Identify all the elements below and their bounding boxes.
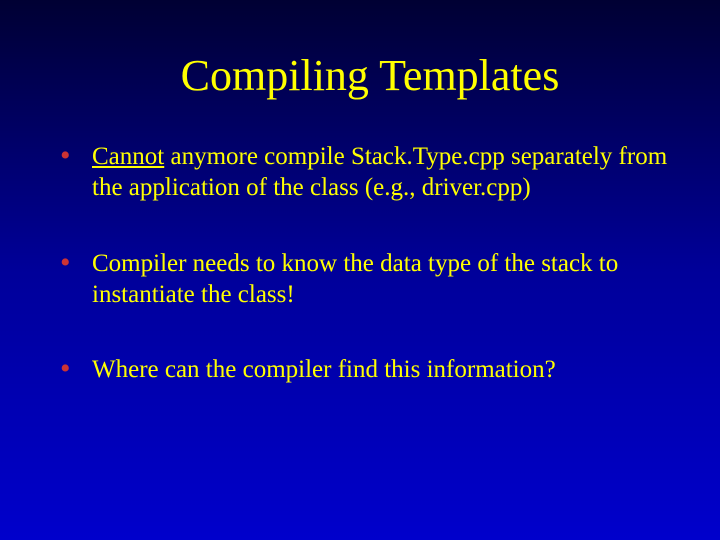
bullet-item: Where can the compiler find this informa… xyxy=(60,354,680,385)
bullet-item: Compiler needs to know the data type of … xyxy=(60,248,680,311)
bullet-text: anymore compile Stack.Type.cpp separatel… xyxy=(92,143,667,201)
slide-title: Compiling Templates xyxy=(60,50,680,101)
bullet-underlined-word: Cannot xyxy=(92,143,164,170)
bullet-list: Cannot anymore compile Stack.Type.cpp se… xyxy=(60,141,680,385)
bullet-text: Compiler needs to know the data type of … xyxy=(92,250,618,308)
bullet-text: Where can the compiler find this informa… xyxy=(92,356,556,383)
bullet-item: Cannot anymore compile Stack.Type.cpp se… xyxy=(60,141,680,204)
slide: Compiling Templates Cannot anymore compi… xyxy=(0,0,720,540)
